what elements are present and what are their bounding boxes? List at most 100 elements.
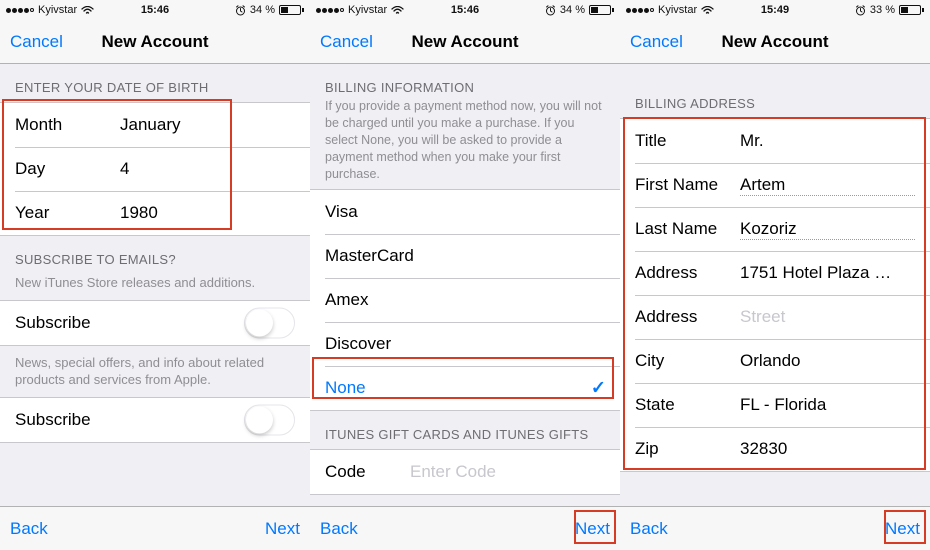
status-bar: Kyivstar 15:46 34 % (310, 0, 620, 20)
subscribe-label-2: Subscribe (15, 410, 91, 430)
dob-month-row[interactable]: Month January (0, 103, 310, 147)
addr-title-label: Title (635, 131, 740, 151)
addr-city-value[interactable]: Orlando (740, 351, 915, 371)
signal-icon (316, 8, 344, 13)
next-button[interactable]: Next (885, 519, 920, 539)
carrier-label: Kyivstar (348, 4, 387, 16)
dob-month-value: January (120, 115, 295, 135)
cancel-button[interactable]: Cancel (10, 32, 63, 52)
dob-day-label: Day (15, 159, 120, 179)
addr-zip-label: Zip (635, 439, 740, 459)
back-button[interactable]: Back (320, 519, 358, 539)
addr-line2-label: Address (635, 307, 740, 327)
battery-pct: 33 % (870, 4, 895, 16)
gift-header: ITUNES GIFT CARDS AND ITUNES GIFTS (310, 411, 620, 449)
addr-zip-row[interactable]: Zip 32830 (620, 427, 930, 471)
addr-city-label: City (635, 351, 740, 371)
battery-pct: 34 % (250, 4, 275, 16)
subscribe-row-2: Subscribe (0, 398, 310, 442)
toolbar: Back Next (620, 506, 930, 550)
addr-last-row[interactable]: Last Name Kozoriz (620, 207, 930, 251)
billing-sub-text: If you provide a payment method now, you… (325, 95, 605, 182)
screen-billing-info: Kyivstar 15:46 34 % Cancel New Account B… (310, 0, 620, 550)
addr-line1-row[interactable]: Address 1751 Hotel Plaza … (620, 251, 930, 295)
status-bar: Kyivstar 15:46 34 % (0, 0, 310, 20)
address-group: Title Mr. First Name Artem Last Name Koz… (620, 118, 930, 472)
nav-bar: Cancel New Account (0, 20, 310, 64)
battery-icon (899, 5, 924, 15)
screen-billing-address: Kyivstar 15:49 33 % Cancel New Account B… (620, 0, 930, 550)
dob-day-row[interactable]: Day 4 (0, 147, 310, 191)
cancel-button[interactable]: Cancel (630, 32, 683, 52)
card-mastercard[interactable]: MasterCard (310, 234, 620, 278)
emails-header: SUBSCRIBE TO EMAILS? (0, 236, 310, 274)
card-label: Discover (325, 334, 391, 354)
card-visa[interactable]: Visa (310, 190, 620, 234)
addr-line1-label: Address (635, 263, 740, 283)
addr-state-value: FL - Florida (740, 395, 915, 415)
addr-first-value[interactable]: Artem (740, 175, 915, 196)
carrier-label: Kyivstar (658, 4, 697, 16)
card-label: Amex (325, 290, 368, 310)
dob-group: Month January Day 4 Year 1980 (0, 102, 310, 236)
billing-header-text: BILLING INFORMATION (325, 80, 474, 95)
status-bar: Kyivstar 15:49 33 % (620, 0, 930, 20)
wifi-icon (701, 6, 714, 15)
subscribe-label-1: Subscribe (15, 313, 91, 333)
addr-first-row[interactable]: First Name Artem (620, 163, 930, 207)
back-button[interactable]: Back (630, 519, 668, 539)
page-title: New Account (721, 32, 828, 52)
card-amex[interactable]: Amex (310, 278, 620, 322)
dob-year-row[interactable]: Year 1980 (0, 191, 310, 235)
status-time: 15:46 (141, 4, 169, 16)
card-discover[interactable]: Discover (310, 322, 620, 366)
page-title: New Account (101, 32, 208, 52)
addr-zip-value[interactable]: 32830 (740, 439, 915, 459)
back-button[interactable]: Back (10, 519, 48, 539)
subscribe-row-1: Subscribe (0, 301, 310, 345)
page-title: New Account (411, 32, 518, 52)
card-label: MasterCard (325, 246, 414, 266)
wifi-icon (81, 6, 94, 15)
gift-code-input[interactable]: Enter Code (410, 462, 605, 482)
addr-last-value[interactable]: Kozoriz (740, 219, 915, 240)
addr-city-row[interactable]: City Orlando (620, 339, 930, 383)
billing-header: BILLING INFORMATION If you provide a pay… (310, 64, 620, 189)
dob-header: ENTER YOUR DATE OF BIRTH (0, 64, 310, 102)
dob-month-label: Month (15, 115, 120, 135)
battery-icon (279, 5, 304, 15)
cancel-button[interactable]: Cancel (320, 32, 373, 52)
carrier-label: Kyivstar (38, 4, 77, 16)
addr-state-row[interactable]: State FL - Florida (620, 383, 930, 427)
addr-title-row[interactable]: Title Mr. (620, 119, 930, 163)
toolbar: Back Next (310, 506, 620, 550)
addr-line1-value[interactable]: 1751 Hotel Plaza … (740, 263, 915, 283)
addr-line2-row[interactable]: Address Street (620, 295, 930, 339)
dob-year-label: Year (15, 203, 120, 223)
wifi-icon (391, 6, 404, 15)
screen-dob: Kyivstar 15:46 34 % Cancel New Account E… (0, 0, 310, 550)
alarm-icon (855, 5, 866, 16)
signal-icon (6, 8, 34, 13)
addr-first-label: First Name (635, 175, 740, 195)
addr-last-label: Last Name (635, 219, 740, 239)
subscribe-toggle-1[interactable] (244, 307, 295, 338)
nav-bar: Cancel New Account (620, 20, 930, 64)
next-button[interactable]: Next (265, 519, 300, 539)
next-button[interactable]: Next (575, 519, 610, 539)
battery-pct: 34 % (560, 4, 585, 16)
checkmark-icon: ✓ (591, 378, 606, 399)
addr-line2-input[interactable]: Street (740, 307, 915, 327)
card-label: None (325, 378, 366, 398)
card-none[interactable]: None ✓ (310, 366, 620, 410)
subscribe-toggle-2[interactable] (244, 404, 295, 435)
gift-code-row[interactable]: Code Enter Code (310, 450, 620, 494)
battery-icon (589, 5, 614, 15)
toolbar: Back Next (0, 506, 310, 550)
dob-day-value: 4 (120, 159, 295, 179)
signal-icon (626, 8, 654, 13)
status-time: 15:49 (761, 4, 789, 16)
offers-sub: News, special offers, and info about rel… (0, 346, 310, 397)
addr-title-value: Mr. (740, 131, 915, 151)
addr-state-label: State (635, 395, 740, 415)
